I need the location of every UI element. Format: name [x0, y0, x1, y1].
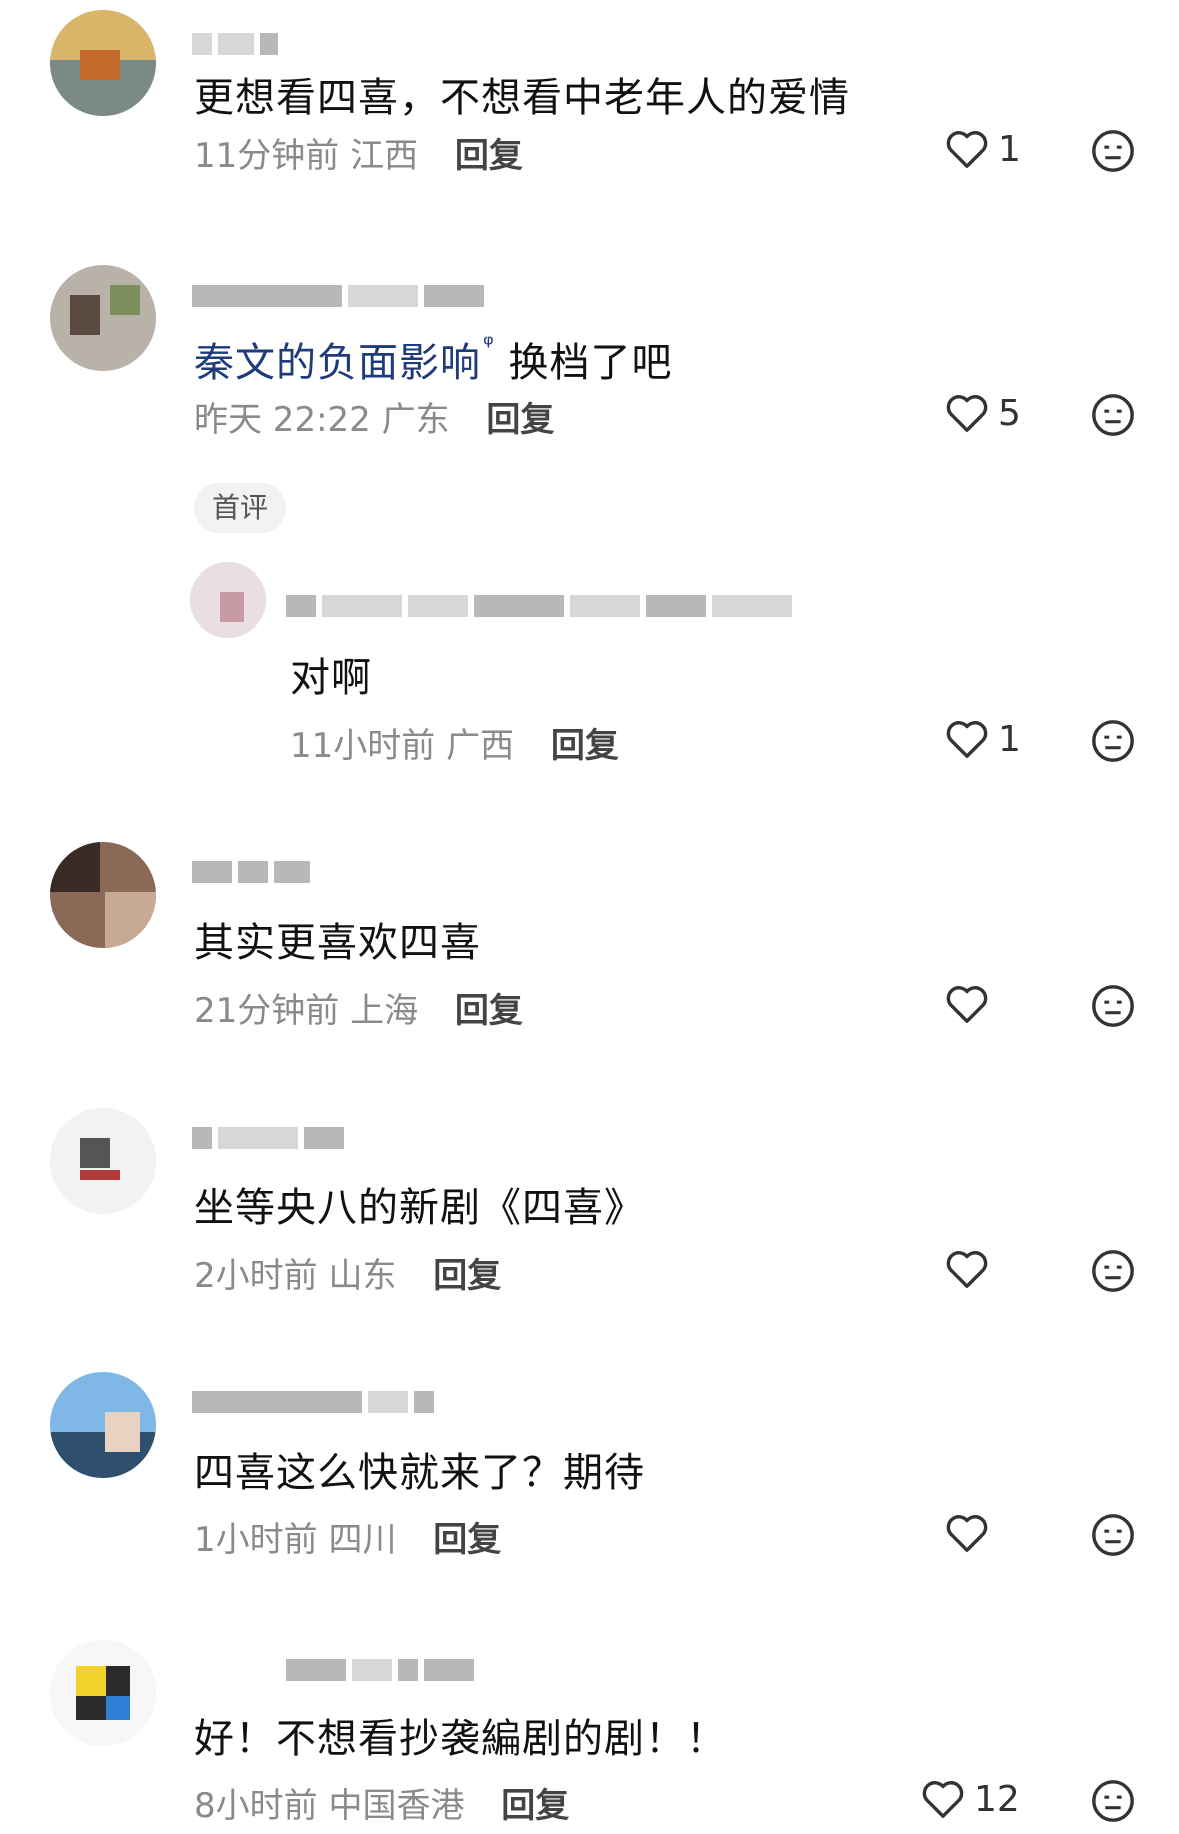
comment-meta: 2小时前 山东 回复 — [194, 1248, 501, 1297]
comment-meta: 21分钟前 上海 回复 — [194, 983, 523, 1032]
like-button[interactable]: 12 — [920, 1778, 1020, 1820]
like-button[interactable]: 5 — [944, 392, 1021, 434]
like-count: 1 — [998, 128, 1021, 170]
neutral-face-icon[interactable] — [1090, 1778, 1136, 1824]
comment-text: 其实更喜欢四喜 — [194, 920, 481, 966]
reply-button[interactable]: 回复 — [551, 726, 619, 766]
comment-text: 好！不想看抄袭編剧的剧！！ — [194, 1716, 727, 1762]
neutral-face-icon[interactable] — [1090, 983, 1136, 1029]
comment-text: 秦文的负面影响ᵠ 换档了吧 — [194, 330, 673, 388]
reply-button[interactable]: 回复 — [433, 1256, 501, 1296]
avatar[interactable] — [190, 562, 266, 638]
heart-outline-icon — [946, 395, 988, 432]
time-location: 21分钟前 上海 — [194, 991, 419, 1031]
reply-button[interactable]: 回复 — [433, 1520, 501, 1560]
heart-outline-icon — [946, 986, 988, 1023]
search-link-icon[interactable]: ᵠ — [483, 330, 495, 360]
heart-outline-icon — [946, 1251, 988, 1288]
neutral-face-icon[interactable] — [1090, 718, 1136, 764]
username-blurred[interactable] — [192, 1388, 434, 1416]
heart-outline-icon — [946, 131, 988, 168]
username-blurred[interactable] — [286, 1656, 474, 1684]
time-location: 昨天 22:22 广东 — [194, 400, 450, 440]
username-blurred[interactable] — [192, 282, 484, 310]
neutral-face-icon[interactable] — [1090, 392, 1136, 438]
time-location: 11分钟前 江西 — [194, 136, 419, 176]
like-count: 12 — [974, 1778, 1020, 1820]
heart-outline-icon — [946, 1515, 988, 1552]
avatar[interactable] — [50, 842, 156, 948]
comment-text: 四喜这么快就来了？期待 — [194, 1450, 645, 1496]
username-blurred[interactable] — [286, 592, 792, 620]
comment-text: 更想看四喜，不想看中老年人的爱情 — [194, 75, 850, 121]
comment-text-rest: 换档了吧 — [494, 340, 673, 386]
like-button[interactable]: 1 — [944, 128, 1021, 170]
reply-button[interactable]: 回复 — [455, 136, 523, 176]
neutral-face-icon[interactable] — [1090, 128, 1136, 174]
first-comment-badge: 首评 — [194, 483, 287, 533]
username-blurred[interactable] — [192, 1124, 344, 1152]
avatar[interactable] — [50, 1108, 156, 1214]
time-location: 11小时前 广西 — [290, 726, 515, 766]
like-count: 1 — [998, 718, 1021, 760]
reply-button[interactable]: 回复 — [501, 1786, 569, 1826]
avatar[interactable] — [50, 265, 156, 371]
time-location: 2小时前 山东 — [194, 1256, 397, 1296]
reply-button[interactable]: 回复 — [455, 991, 523, 1031]
avatar[interactable] — [50, 1640, 156, 1746]
time-location: 1小时前 四川 — [194, 1520, 397, 1560]
heart-outline-icon — [922, 1781, 964, 1818]
comment-meta: 11小时前 广西 回复 — [290, 718, 619, 767]
comment-meta: 1小时前 四川 回复 — [194, 1512, 501, 1561]
comment-meta: 昨天 22:22 广东 回复 — [194, 392, 554, 441]
like-button[interactable] — [944, 1248, 998, 1290]
like-button[interactable]: 1 — [944, 718, 1021, 760]
like-count: 5 — [998, 392, 1021, 434]
comment-text: 对啊 — [290, 655, 372, 701]
neutral-face-icon[interactable] — [1090, 1512, 1136, 1558]
time-location: 8小时前 中国香港 — [194, 1786, 465, 1826]
reply-button[interactable]: 回复 — [486, 400, 554, 440]
search-link[interactable]: 秦文的负面影响 — [194, 340, 481, 386]
like-button[interactable] — [944, 983, 998, 1025]
avatar[interactable] — [50, 10, 156, 116]
comment-meta: 8小时前 中国香港 回复 — [194, 1778, 569, 1827]
username-blurred[interactable] — [192, 858, 310, 886]
comment-meta: 11分钟前 江西 回复 — [194, 128, 523, 177]
neutral-face-icon[interactable] — [1090, 1248, 1136, 1294]
avatar[interactable] — [50, 1372, 156, 1478]
username-blurred[interactable] — [192, 30, 278, 58]
like-button[interactable] — [944, 1512, 998, 1554]
comment-text: 坐等央八的新剧《四喜》 — [194, 1185, 645, 1231]
heart-outline-icon — [946, 721, 988, 758]
